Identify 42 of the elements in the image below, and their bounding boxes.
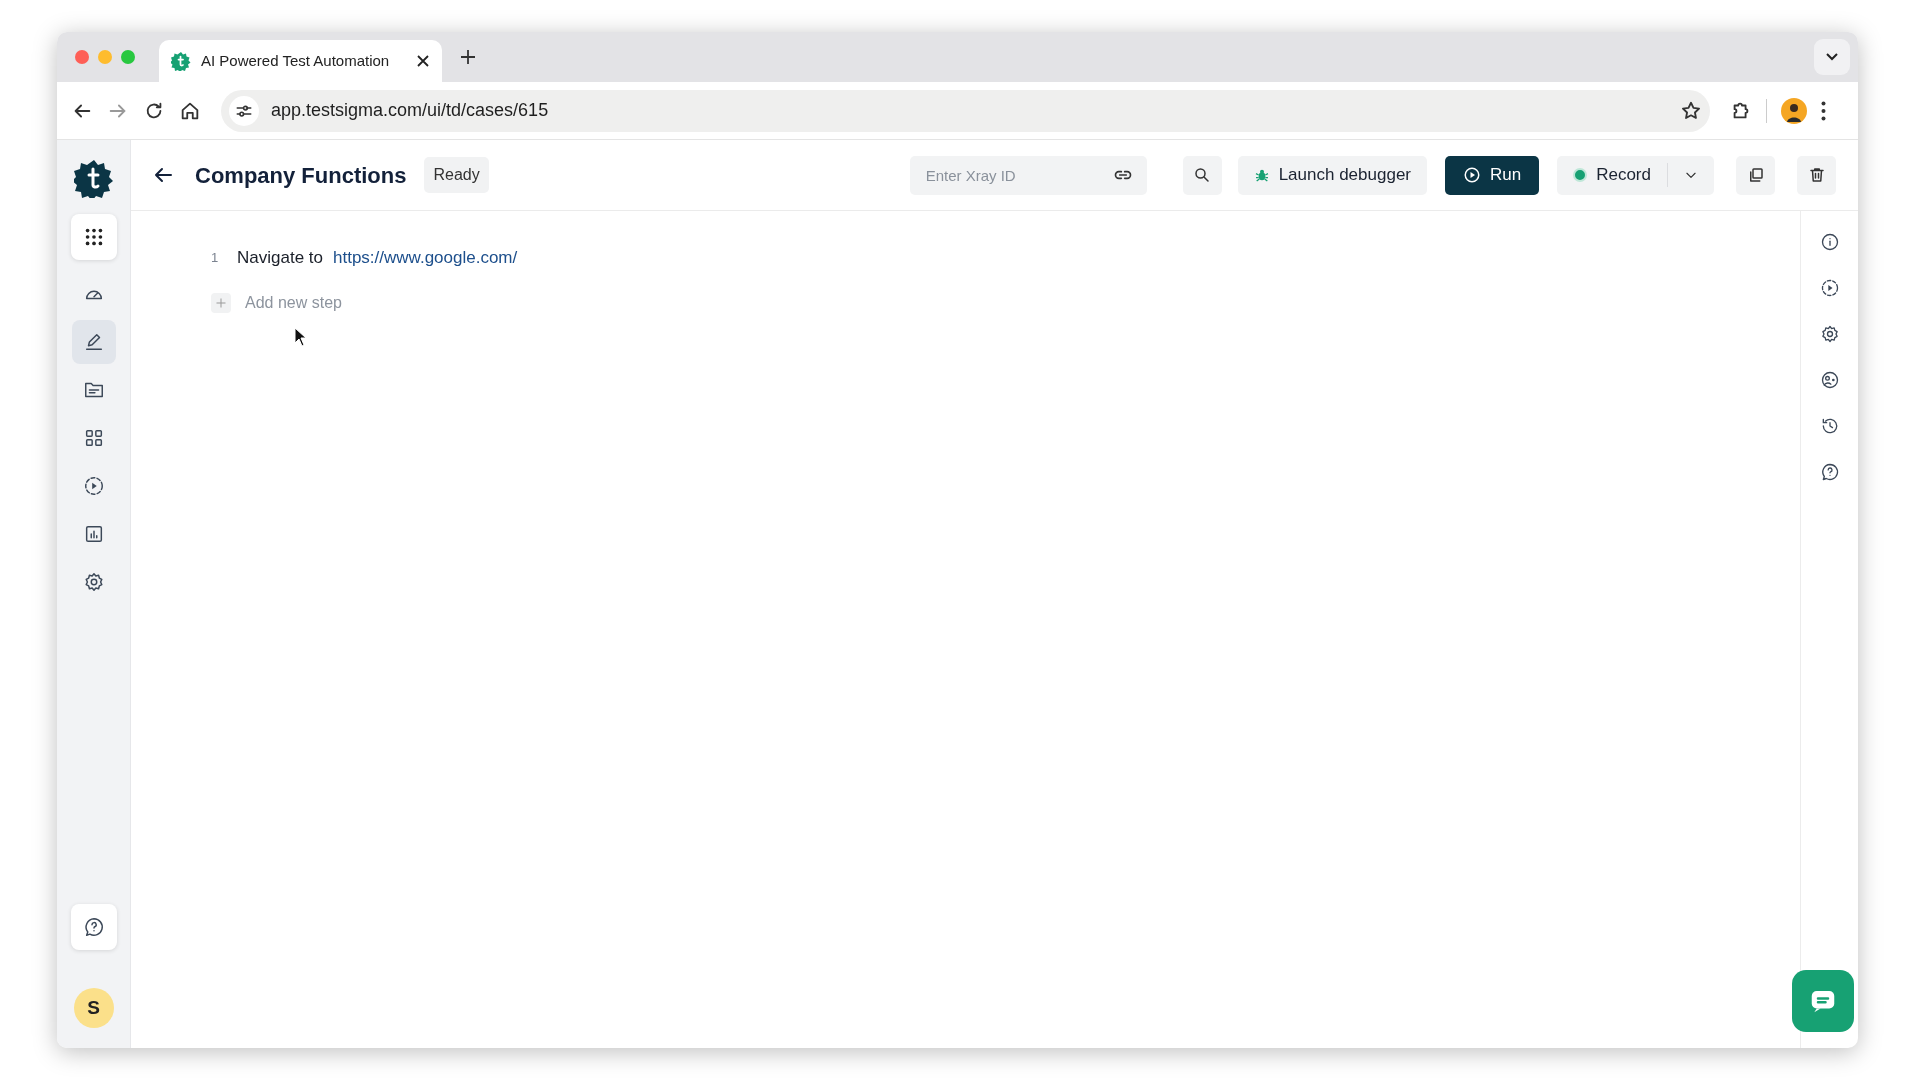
run-button[interactable]: Run [1445,155,1540,195]
logo-icon [73,158,114,198]
chat-button[interactable] [1792,970,1854,1032]
chevron-down-icon [1826,53,1838,61]
test-case-title: Company Functions [195,161,407,190]
xray-id-field[interactable]: Enter Xray ID [909,155,1147,195]
search-button[interactable] [1182,155,1222,195]
face-icon [1819,370,1840,390]
play-circle-icon [82,475,105,497]
address-bar[interactable]: app.testsigma.com/ui/td/cases/615 [221,89,1710,132]
plus-icon [215,296,227,309]
bug-icon [1253,167,1270,183]
play-circle-icon [1463,166,1481,184]
copy-button[interactable] [1736,155,1775,195]
play-circle-icon [1819,278,1840,298]
step-url-link[interactable]: https://www.google.com/ [333,245,518,271]
url-text: app.testsigma.com/ui/td/cases/615 [271,99,550,122]
tab-search-button[interactable] [1814,39,1850,75]
help-button[interactable] [70,904,117,950]
status-label: Ready [424,157,489,193]
star-icon [1680,99,1702,122]
mouse-cursor-icon [294,327,308,347]
help-icon [1819,462,1840,482]
profile-avatar[interactable] [1781,97,1807,124]
settings-icon [1819,324,1840,344]
launch-debugger-button[interactable]: Launch debugger [1237,155,1427,195]
close-icon[interactable] [416,54,430,68]
tab-favicon-icon [171,51,191,71]
app-launcher-button[interactable] [70,214,117,260]
info-icon [1819,232,1840,252]
step-action: Navigate to [237,247,323,269]
user-avatar[interactable]: S [73,988,114,1028]
new-tab-icon[interactable] [460,49,476,65]
delete-button[interactable] [1797,155,1836,195]
trash-icon [1807,166,1826,184]
more-icon[interactable] [1821,100,1826,121]
record-dot-icon [1573,168,1588,182]
step-number: 1 [211,249,220,267]
search-icon [1193,166,1212,184]
help-icon [82,916,105,938]
browser-tab[interactable]: AI Powered Test Automation [159,40,442,82]
sidebar-item[interactable] [71,320,116,364]
